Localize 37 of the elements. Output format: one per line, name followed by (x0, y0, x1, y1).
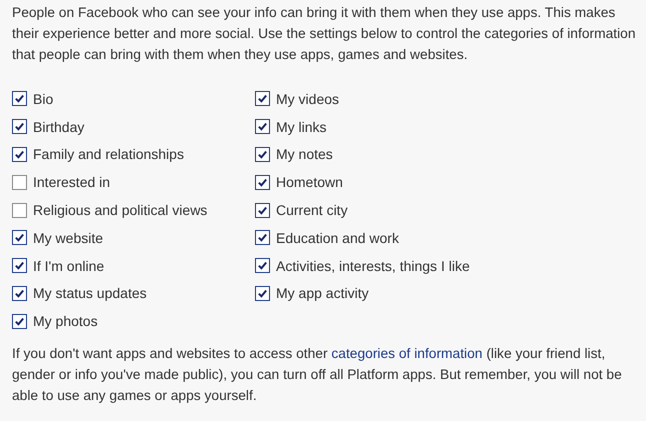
checkbox-label: My photos (33, 313, 98, 330)
checkbox-label: Religious and political views (33, 202, 208, 218)
checkbox[interactable] (255, 146, 270, 162)
checkbox-label: Birthday (33, 118, 84, 135)
checkbox[interactable] (12, 174, 27, 190)
footer-text: If you don't want apps and websites to access other categories of information (like your friend list, gender or info you've made public), you can turn off all Platform apps. But remember, you will not be able to use any games or apps yourself. (12, 345, 623, 406)
checkbox-label: My status updates (33, 285, 147, 302)
checkbox-label: Activities, interests, things I like (276, 258, 470, 274)
checkbox[interactable] (255, 230, 270, 246)
checkbox-label: My links (276, 118, 327, 135)
checkbox-label: Education and work (276, 230, 399, 246)
checkbox-label: Family and relationships (33, 146, 184, 162)
checkbox[interactable] (12, 230, 27, 246)
checkbox-label: If I'm online (33, 258, 104, 274)
intro-text: People on Facebook who can see your info can bring it with them when they use apps. This makes their experience better and more social. Use the settings below to control the categories of information that people can bring with them when they use apps, games and websites. (12, 4, 636, 64)
checkbox[interactable] (255, 202, 270, 218)
checkbox-label: My app activity (276, 285, 369, 302)
checkbox[interactable] (255, 174, 270, 190)
checkbox[interactable] (12, 202, 27, 218)
checkbox[interactable] (255, 91, 270, 106)
checkbox-label: Interested in (33, 174, 110, 190)
checkbox[interactable] (255, 258, 270, 274)
checkbox[interactable] (12, 286, 27, 301)
checkbox-label: My videos (276, 90, 340, 107)
categories-link[interactable]: categories of information (331, 346, 482, 362)
checkbox-label: Hometown (276, 174, 343, 190)
checkbox[interactable] (255, 119, 270, 134)
checkbox-label: Current city (276, 202, 348, 218)
checkbox[interactable] (12, 258, 27, 274)
checkbox[interactable] (12, 119, 27, 134)
checkbox-label: My website (33, 230, 104, 246)
checkbox[interactable] (12, 91, 27, 106)
checkbox[interactable] (12, 146, 27, 162)
checkbox-label: Bio (33, 90, 54, 107)
checkbox[interactable] (12, 314, 27, 329)
checkbox-label: My notes (276, 146, 333, 162)
checkbox[interactable] (255, 286, 270, 301)
